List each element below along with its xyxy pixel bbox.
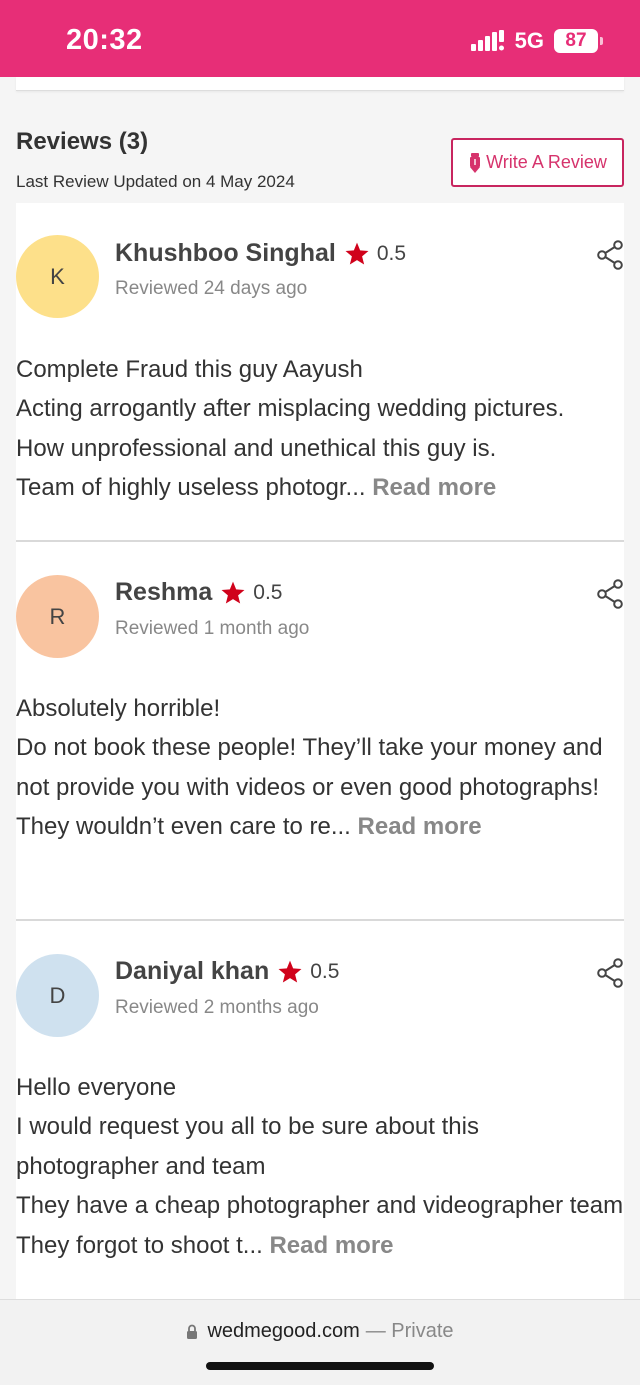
read-more-link[interactable]: Read more [372,474,496,501]
review-text: Absolutely horrible! Do not book these p… [16,689,624,847]
review-line: They forgot to shoot t... [16,1231,263,1259]
review-line: Complete Fraud this guy Aayush [16,356,363,383]
review-text: Complete Fraud this guy Aayush Acting ar… [16,350,624,508]
star-icon [345,242,369,265]
reviewed-time: Reviewed 24 days ago [115,278,308,299]
review-card: K Khushboo Singhal 0.5 Reviewed 24 days … [16,203,624,542]
review-text: Hello everyone I would request you all t… [16,1068,624,1265]
review-line: Acting arrogantly after misplacing weddi… [16,395,565,423]
status-indicators: 5G 87 [470,28,603,54]
avatar: R [16,575,99,658]
read-more-link[interactable]: Read more [269,1232,393,1259]
avatar: D [16,954,99,1037]
star-icon [278,960,302,983]
avatar-initial: K [50,263,65,289]
avatar: K [16,235,99,318]
reviewer-name[interactable]: Reshma [115,578,212,607]
review-line: They wouldn’t even care to re... [16,813,351,841]
review-line-last: They forgot to shoot t... Read more [16,1226,624,1265]
last-review-updated: Last Review Updated on 4 May 2024 [16,172,295,191]
write-review-label: Write A Review [486,152,607,172]
review-line-last: Team of highly useless photogr... Read m… [16,468,624,507]
previous-section-card [16,77,624,91]
review-line: Team of highly useless photogr... [16,474,366,502]
url-domain: wedmegood.com [207,1320,360,1342]
reviewer-line: Khushboo Singhal 0.5 [115,239,406,268]
review-line: I would request you all to be sure about… [16,1113,479,1180]
reviews-title: Reviews (3) [16,128,149,155]
battery-icon: 87 [554,29,603,53]
status-time: 20:32 [66,24,143,56]
review-card: R Reshma 0.5 Reviewed 1 month ago Absolu… [16,542,624,921]
review-line-last: They wouldn’t even care to re... Read mo… [16,807,624,846]
reviews-header: Reviews (3) Last Review Updated on 4 May… [16,126,624,196]
review-line: Hello everyone [16,1074,177,1101]
rating-value: 0.5 [253,580,283,604]
reviewer-name[interactable]: Khushboo Singhal [115,239,336,268]
review-line: How unprofessional and unethical this gu… [16,434,497,462]
review-line: Absolutely horrible! [16,695,221,722]
lock-icon [187,1324,198,1339]
review-line: They have a cheap photographer and video… [16,1192,624,1220]
reviewer-line: Daniyal khan 0.5 [115,957,339,986]
star-icon [221,581,245,604]
url-address[interactable]: wedmegood.com — Private [0,1320,640,1343]
cellular-signal-icon [470,30,504,51]
private-label: — Private [365,1320,454,1342]
reviewer-name[interactable]: Daniyal khan [115,957,269,986]
battery-level: 87 [565,30,587,51]
reviews-list: K Khushboo Singhal 0.5 Reviewed 24 days … [16,203,624,1341]
reviewer-line: Reshma 0.5 [115,578,282,607]
reviewed-time: Reviewed 2 months ago [115,997,319,1018]
share-icon[interactable] [596,958,624,988]
avatar-initial: D [49,982,66,1008]
write-review-button[interactable]: Write A Review [451,138,624,187]
rating-value: 0.5 [376,241,407,265]
pen-icon [470,152,481,173]
review-line: Do not book these people! They’ll take y… [16,734,603,801]
browser-url-bar: wedmegood.com — Private [0,1299,640,1385]
home-indicator[interactable] [206,1362,434,1370]
read-more-link[interactable]: Read more [358,813,482,840]
reviewed-time: Reviewed 1 month ago [115,618,310,639]
status-bar: 20:32 5G 87 [0,0,640,77]
network-type: 5G [514,28,544,53]
avatar-initial: R [49,603,66,629]
share-icon[interactable] [596,240,624,270]
rating-value: 0.5 [310,959,340,983]
review-card: D Daniyal khan 0.5 Reviewed 2 months ago… [16,921,624,1341]
share-icon[interactable] [596,579,624,609]
